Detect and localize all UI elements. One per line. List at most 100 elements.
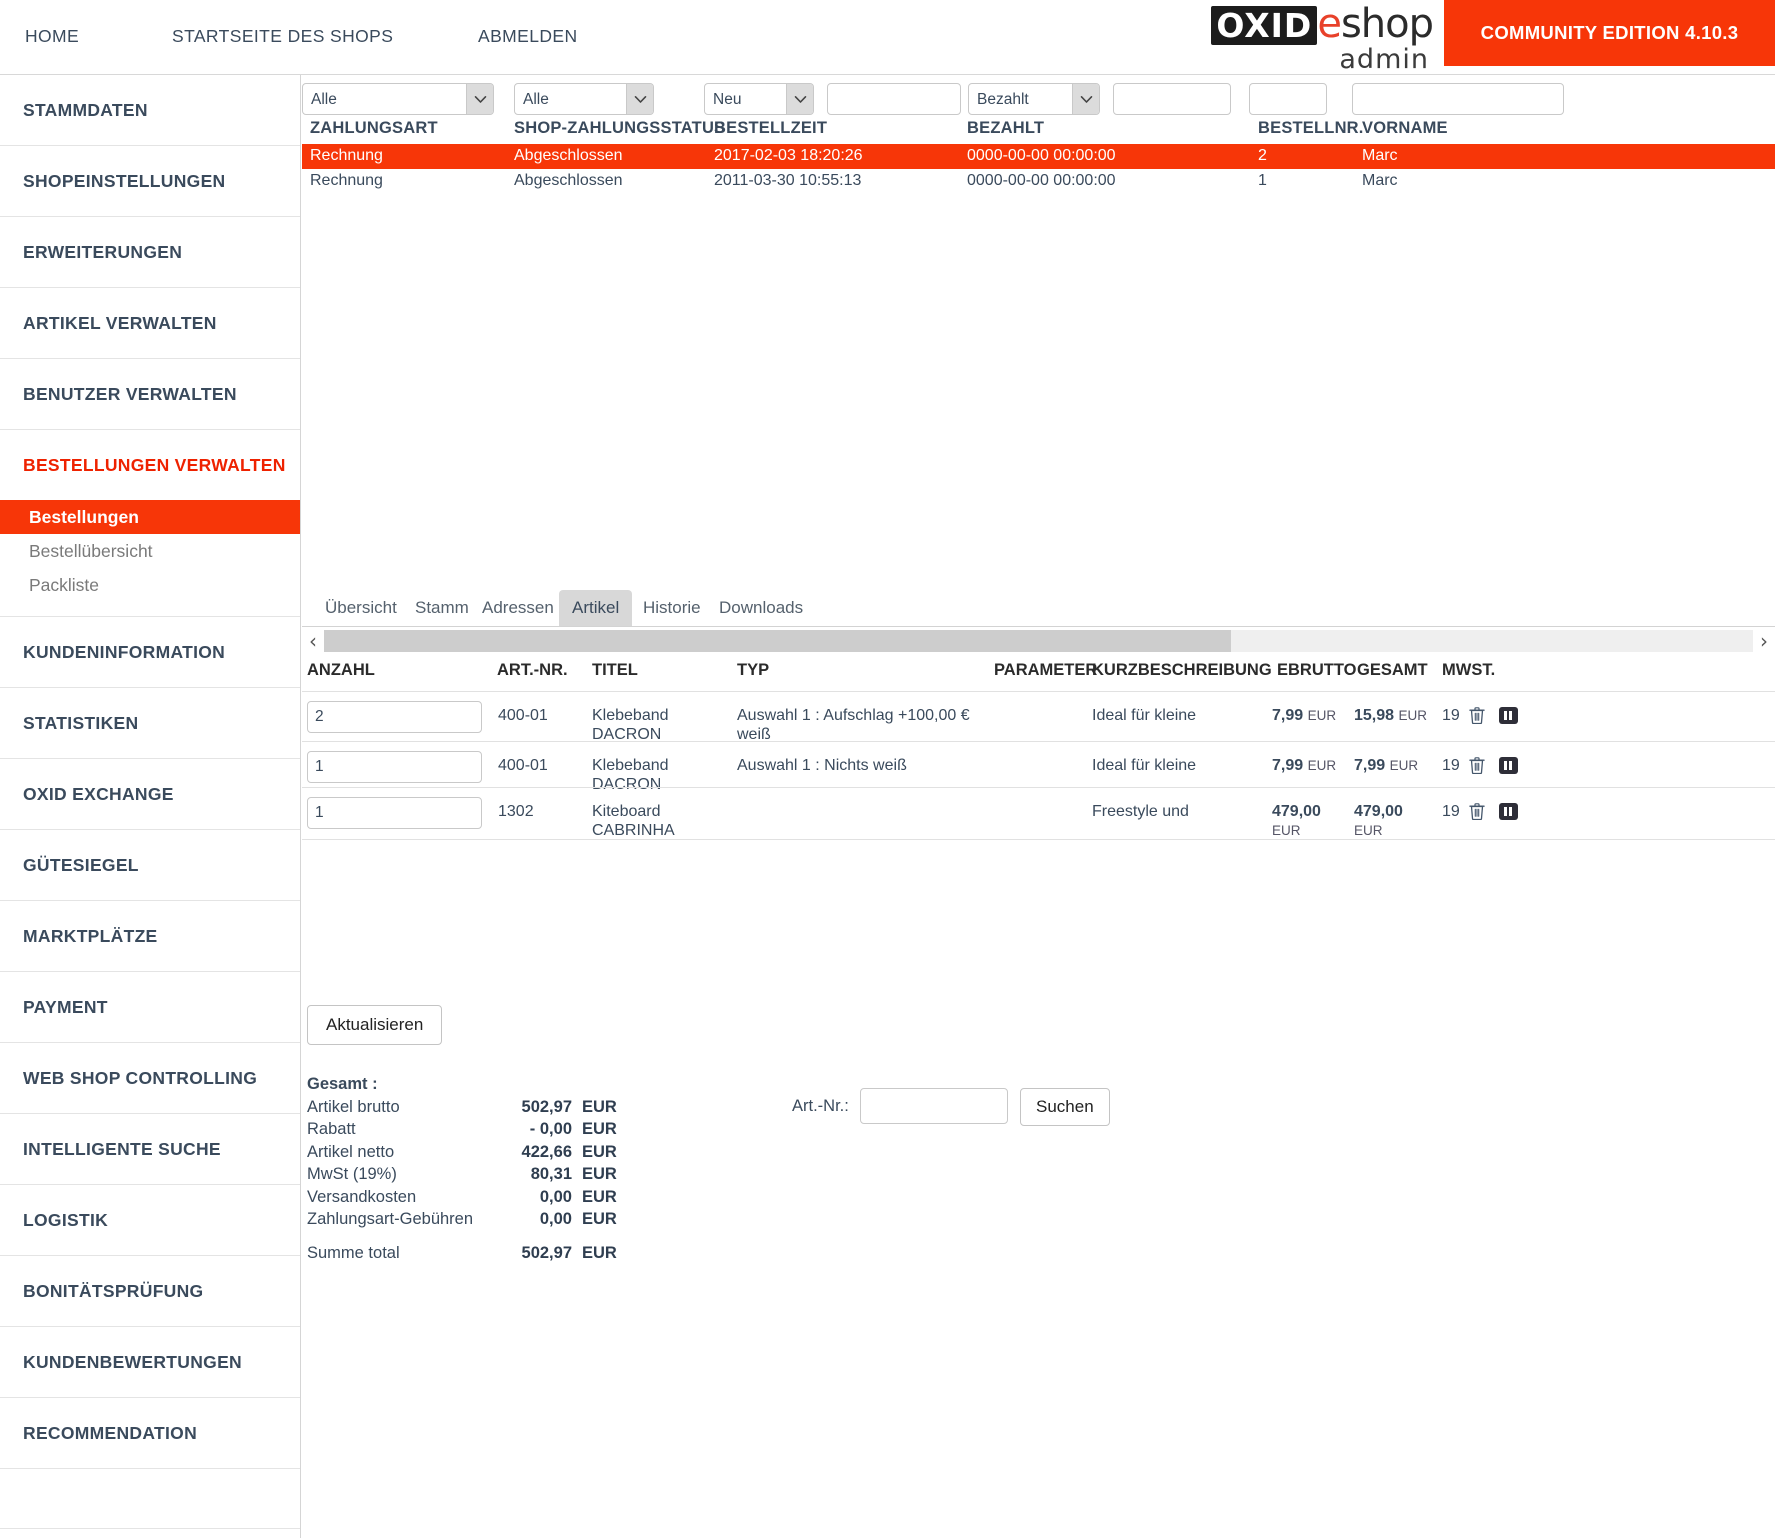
sidebar-item-benutzer-verwalten[interactable]: BENUTZER VERWALTEN bbox=[0, 359, 300, 429]
sidebar-item-intelligente-suche[interactable]: INTELLIGENTE SUCHE bbox=[0, 1114, 300, 1184]
gesamt-value: 7,99 bbox=[1354, 757, 1385, 774]
sidebar-subitem-bestellungen[interactable]: Bestellungen bbox=[0, 500, 300, 534]
sidebar-item-bestellungen-verwalten[interactable]: BESTELLUNGEN VERWALTEN bbox=[0, 430, 300, 500]
scroll-left-arrow-icon[interactable]: ‹ bbox=[302, 628, 324, 654]
pause-block-icon[interactable] bbox=[1498, 706, 1518, 724]
delete-icon[interactable] bbox=[1467, 755, 1487, 775]
nav-link-home[interactable]: HOME bbox=[25, 26, 79, 47]
order-filter-row: Alle Alle Neu Bezahlt bbox=[302, 75, 1775, 119]
totals-heading-label: Gesamt : bbox=[307, 1075, 378, 1094]
order-cell-bestellzeit: 2017-02-03 18:20:26 bbox=[714, 147, 863, 165]
sidebar-item-web-shop-controlling[interactable]: WEB SHOP CONTROLLING bbox=[0, 1043, 300, 1113]
scroll-right-arrow-icon[interactable]: › bbox=[1753, 628, 1775, 654]
article-cell-ebrutto: 479,00EUR bbox=[1272, 803, 1350, 840]
nav-link-logout[interactable]: ABMELDEN bbox=[478, 26, 577, 47]
order-column-header-bezahlt[interactable]: BEZAHLT bbox=[967, 119, 1044, 138]
order-table-column-headers: ZAHLUNGSART SHOP-ZAHLUNGSSTATUSBESTELLZEI… bbox=[302, 119, 1775, 144]
sidebar-item-g-tesiegel[interactable]: GÜTESIEGEL bbox=[0, 830, 300, 900]
sidebar-item-marktpl-tze[interactable]: MARKTPLÄTZE bbox=[0, 901, 300, 971]
filter-select-shop-zahlungsstatus[interactable]: Alle bbox=[514, 83, 654, 115]
sidebar-item-shopeinstellungen[interactable]: SHOPEINSTELLUNGEN bbox=[0, 146, 300, 216]
oxid-eshop-logo[interactable]: OXIDeshop admin bbox=[1095, 2, 1433, 70]
article-search-input[interactable] bbox=[860, 1088, 1008, 1124]
filter-select-zahlungsart[interactable]: Alle bbox=[302, 83, 494, 115]
gesamt-currency: EUR bbox=[1390, 758, 1419, 773]
order-row[interactable]: RechnungAbgeschlossen2017-02-03 18:20:26… bbox=[302, 144, 1775, 169]
pause-block-icon[interactable] bbox=[1498, 756, 1518, 774]
pause-block-icon[interactable] bbox=[1498, 802, 1518, 820]
article-cell-ebrutto: 7,99 EUR bbox=[1272, 707, 1350, 726]
order-column-header-vorname[interactable]: VORNAME bbox=[1362, 119, 1448, 138]
totals-line-3-value: 80,31 bbox=[482, 1165, 572, 1184]
article-column-header-artnr: ART.-NR. bbox=[497, 661, 568, 680]
order-row[interactable]: RechnungAbgeschlossen2011-03-30 10:55:13… bbox=[302, 169, 1775, 194]
horizontal-scrollbar[interactable]: ‹ › bbox=[302, 628, 1775, 654]
sidebar-item-payment[interactable]: PAYMENT bbox=[0, 972, 300, 1042]
sidebar-item-artikel-verwalten[interactable]: ARTIKEL VERWALTEN bbox=[0, 288, 300, 358]
edition-badge: COMMUNITY EDITION 4.10.3 bbox=[1444, 0, 1775, 66]
sidebar-item-kundenbewertungen[interactable]: KUNDENBEWERTUNGEN bbox=[0, 1327, 300, 1397]
filter-select-zahlungsart-wrapper: Alle bbox=[302, 83, 494, 115]
ebrutto-currency: EUR bbox=[1308, 708, 1337, 723]
article-quantity-input[interactable] bbox=[307, 701, 482, 733]
delete-icon[interactable] bbox=[1467, 705, 1487, 725]
article-title-line2: CABRINHA bbox=[592, 822, 712, 841]
totals-line-5-label: Zahlungsart-Gebühren bbox=[307, 1210, 473, 1229]
sidebar-item-logistik[interactable]: LOGISTIK bbox=[0, 1185, 300, 1255]
tab-artikel[interactable]: Artikel bbox=[559, 590, 632, 626]
filter-select-bezahlt-wrapper: Bezahlt bbox=[968, 83, 1100, 115]
article-cell-artnr: 1302 bbox=[498, 803, 534, 822]
sidebar-item-stammdaten[interactable]: STAMMDATEN bbox=[0, 75, 300, 145]
article-cell-gesamt: 479,00 EUR bbox=[1354, 803, 1434, 840]
article-quantity-input[interactable] bbox=[307, 751, 482, 783]
article-cell-typ: Auswahl 1 : Nichts weiß bbox=[737, 757, 992, 776]
filter-input-bezahlt-text[interactable] bbox=[1113, 83, 1231, 115]
sidebar-item-erweiterungen[interactable]: ERWEITERUNGEN bbox=[0, 217, 300, 287]
update-button[interactable]: Aktualisieren bbox=[307, 1005, 442, 1045]
order-column-header-status[interactable]: SHOP-ZAHLUNGSSTATUS bbox=[514, 119, 725, 138]
scrollbar-thumb[interactable] bbox=[324, 630, 1231, 652]
sidebar-subitem-bestellübersicht[interactable]: Bestellübersicht bbox=[0, 534, 300, 568]
nav-link-shop-start[interactable]: STARTSEITE DES SHOPS bbox=[172, 26, 393, 47]
article-column-header-typ: TYP bbox=[737, 661, 769, 680]
sidebar-group-oxid-exchange: OXID EXCHANGE bbox=[0, 759, 300, 830]
sidebar-item-oxid-exchange[interactable]: OXID EXCHANGE bbox=[0, 759, 300, 829]
filter-select-bezahlt[interactable]: Bezahlt bbox=[968, 83, 1100, 115]
sidebar-item-kundeninformation[interactable]: KUNDENINFORMATION bbox=[0, 617, 300, 687]
order-column-header-zahlungsart[interactable]: ZAHLUNGSART bbox=[310, 119, 438, 138]
ebrutto-value: 7,99 bbox=[1272, 757, 1303, 774]
sidebar-group-marktpl-tze: MARKTPLÄTZE bbox=[0, 901, 300, 972]
tab-übersicht[interactable]: Übersicht bbox=[312, 590, 410, 626]
gesamt-currency: EUR bbox=[1354, 823, 1383, 838]
sidebar-item-recommendation[interactable]: RECOMMENDATION bbox=[0, 1398, 300, 1468]
totals-line-2-label: Artikel netto bbox=[307, 1143, 394, 1162]
article-search-button[interactable]: Suchen bbox=[1020, 1088, 1110, 1126]
sidebar-group-g-tesiegel: GÜTESIEGEL bbox=[0, 830, 300, 901]
filter-input-vorname[interactable] bbox=[1352, 83, 1564, 115]
sidebar-group-recommendation: RECOMMENDATION bbox=[0, 1398, 300, 1469]
sidebar-item-statistiken[interactable]: STATISTIKEN bbox=[0, 688, 300, 758]
logo-e-text: e bbox=[1317, 1, 1341, 47]
order-column-header-bestellzeit[interactable]: BESTELLZEIT bbox=[714, 119, 827, 138]
tab-downloads[interactable]: Downloads bbox=[706, 590, 816, 626]
totals-line-1-currency: EUR bbox=[582, 1120, 617, 1139]
order-column-header-bestellnr[interactable]: BESTELLNR. bbox=[1258, 119, 1364, 138]
gesamt-value: 479,00 bbox=[1354, 803, 1403, 820]
tab-historie[interactable]: Historie bbox=[630, 590, 714, 626]
sidebar-group-logistik: LOGISTIK bbox=[0, 1185, 300, 1256]
filter-select-bestellzeit[interactable]: Neu bbox=[704, 83, 814, 115]
order-cell-bestellzeit: 2011-03-30 10:55:13 bbox=[714, 172, 861, 190]
delete-icon[interactable] bbox=[1467, 801, 1487, 821]
totals-line-0-value: 502,97 bbox=[482, 1098, 572, 1117]
filter-input-bestellzeit-text[interactable] bbox=[827, 83, 961, 115]
tab-adressen[interactable]: Adressen bbox=[469, 590, 567, 626]
totals-line-2-currency: EUR bbox=[582, 1143, 617, 1162]
sidebar-subitem-packliste[interactable]: Packliste bbox=[0, 568, 300, 602]
filter-input-bestellnr[interactable] bbox=[1249, 83, 1327, 115]
article-quantity-input[interactable] bbox=[307, 797, 482, 829]
article-cell-typ: Auswahl 1 : Aufschlag +100,00 € weiß bbox=[737, 707, 992, 744]
article-cell-titel: KlebebandDACRON bbox=[592, 707, 712, 744]
sidebar-item-bonit-tspr-fung[interactable]: BONITÄTSPRÜFUNG bbox=[0, 1256, 300, 1326]
scrollbar-track[interactable] bbox=[324, 630, 1753, 652]
article-cell-artnr: 400-01 bbox=[498, 757, 548, 776]
